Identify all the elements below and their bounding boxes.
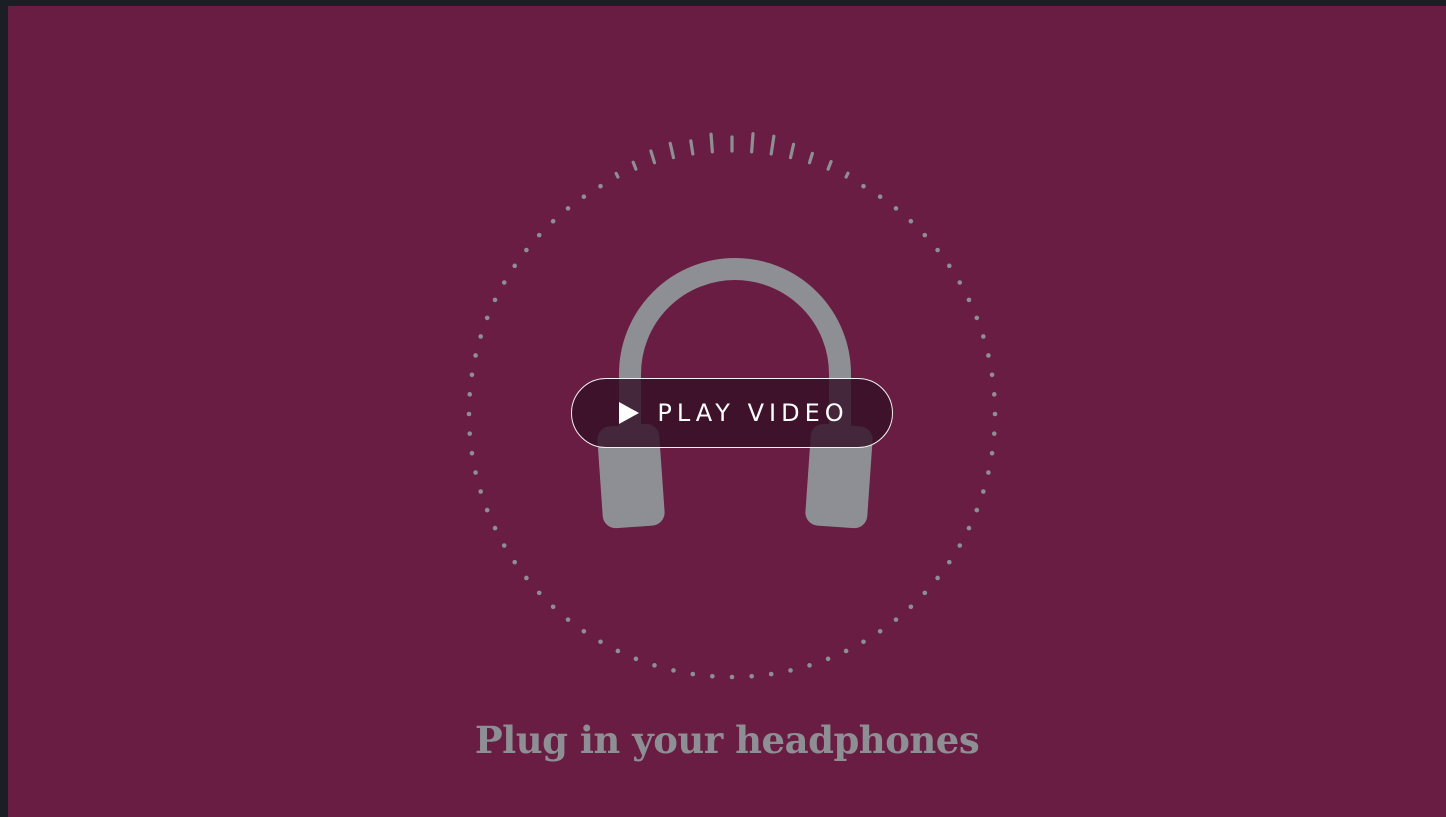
headphones-caption: Plug in your headphones [474,718,980,762]
video-poster[interactable]: Plug in your headphones PLAY VIDEO [8,6,1446,817]
play-video-button[interactable]: PLAY VIDEO [571,378,893,448]
play-icon [619,402,640,424]
play-video-label: PLAY VIDEO [657,399,849,427]
